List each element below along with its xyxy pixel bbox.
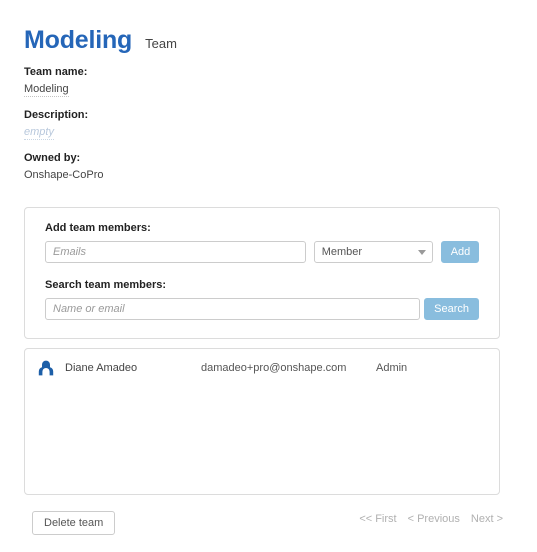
search-input[interactable] — [45, 298, 421, 320]
team-name-label: Team name: — [24, 66, 88, 78]
description-value[interactable]: empty — [24, 126, 54, 140]
member-email: damadeo+pro@onshape.com — [201, 362, 347, 374]
role-select-value: Member — [313, 241, 433, 263]
search-members-label: Search team members: — [45, 279, 167, 291]
team-details: Team name: Modeling Description: empty O… — [24, 66, 324, 181]
member-name: Diane Amadeo — [65, 362, 138, 374]
search-members-row: Search — [45, 298, 479, 320]
pagination-first[interactable]: << First — [359, 513, 396, 525]
add-button[interactable]: Add — [440, 241, 479, 263]
pagination-next[interactable]: Next > — [471, 513, 503, 525]
pagination-previous[interactable]: < Previous — [408, 513, 460, 525]
add-members-label: Add team members: — [45, 222, 151, 234]
search-button[interactable]: Search — [424, 298, 479, 320]
page-subtitle: Team — [145, 36, 177, 51]
team-name-value[interactable]: Modeling — [24, 83, 69, 97]
delete-team-button[interactable]: Delete team — [32, 511, 116, 535]
team-settings-page: Modeling Team Team name: Modeling Descri… — [0, 0, 537, 552]
table-row[interactable]: Diane Amadeo damadeo+pro@onshape.com Adm… — [25, 349, 499, 377]
owned-by-value: Onshape-CoPro — [24, 169, 104, 181]
member-role: Admin — [376, 362, 408, 374]
members-list-panel: Diane Amadeo damadeo+pro@onshape.com Adm… — [24, 348, 500, 495]
page-title: Modeling — [24, 26, 133, 54]
emails-input[interactable] — [45, 241, 306, 263]
pagination: << First < Previous Next > — [359, 513, 503, 525]
add-members-row: Member Add — [45, 241, 479, 263]
description-label: Description: — [24, 109, 89, 121]
person-avatar-icon — [37, 359, 55, 377]
chevron-down-icon — [417, 250, 426, 255]
role-select[interactable]: Member — [313, 241, 433, 263]
owned-by-label: Owned by: — [24, 152, 81, 164]
member-form-panel: Add team members: Member Add Search team… — [24, 207, 500, 339]
page-header: Modeling Team — [24, 26, 177, 55]
